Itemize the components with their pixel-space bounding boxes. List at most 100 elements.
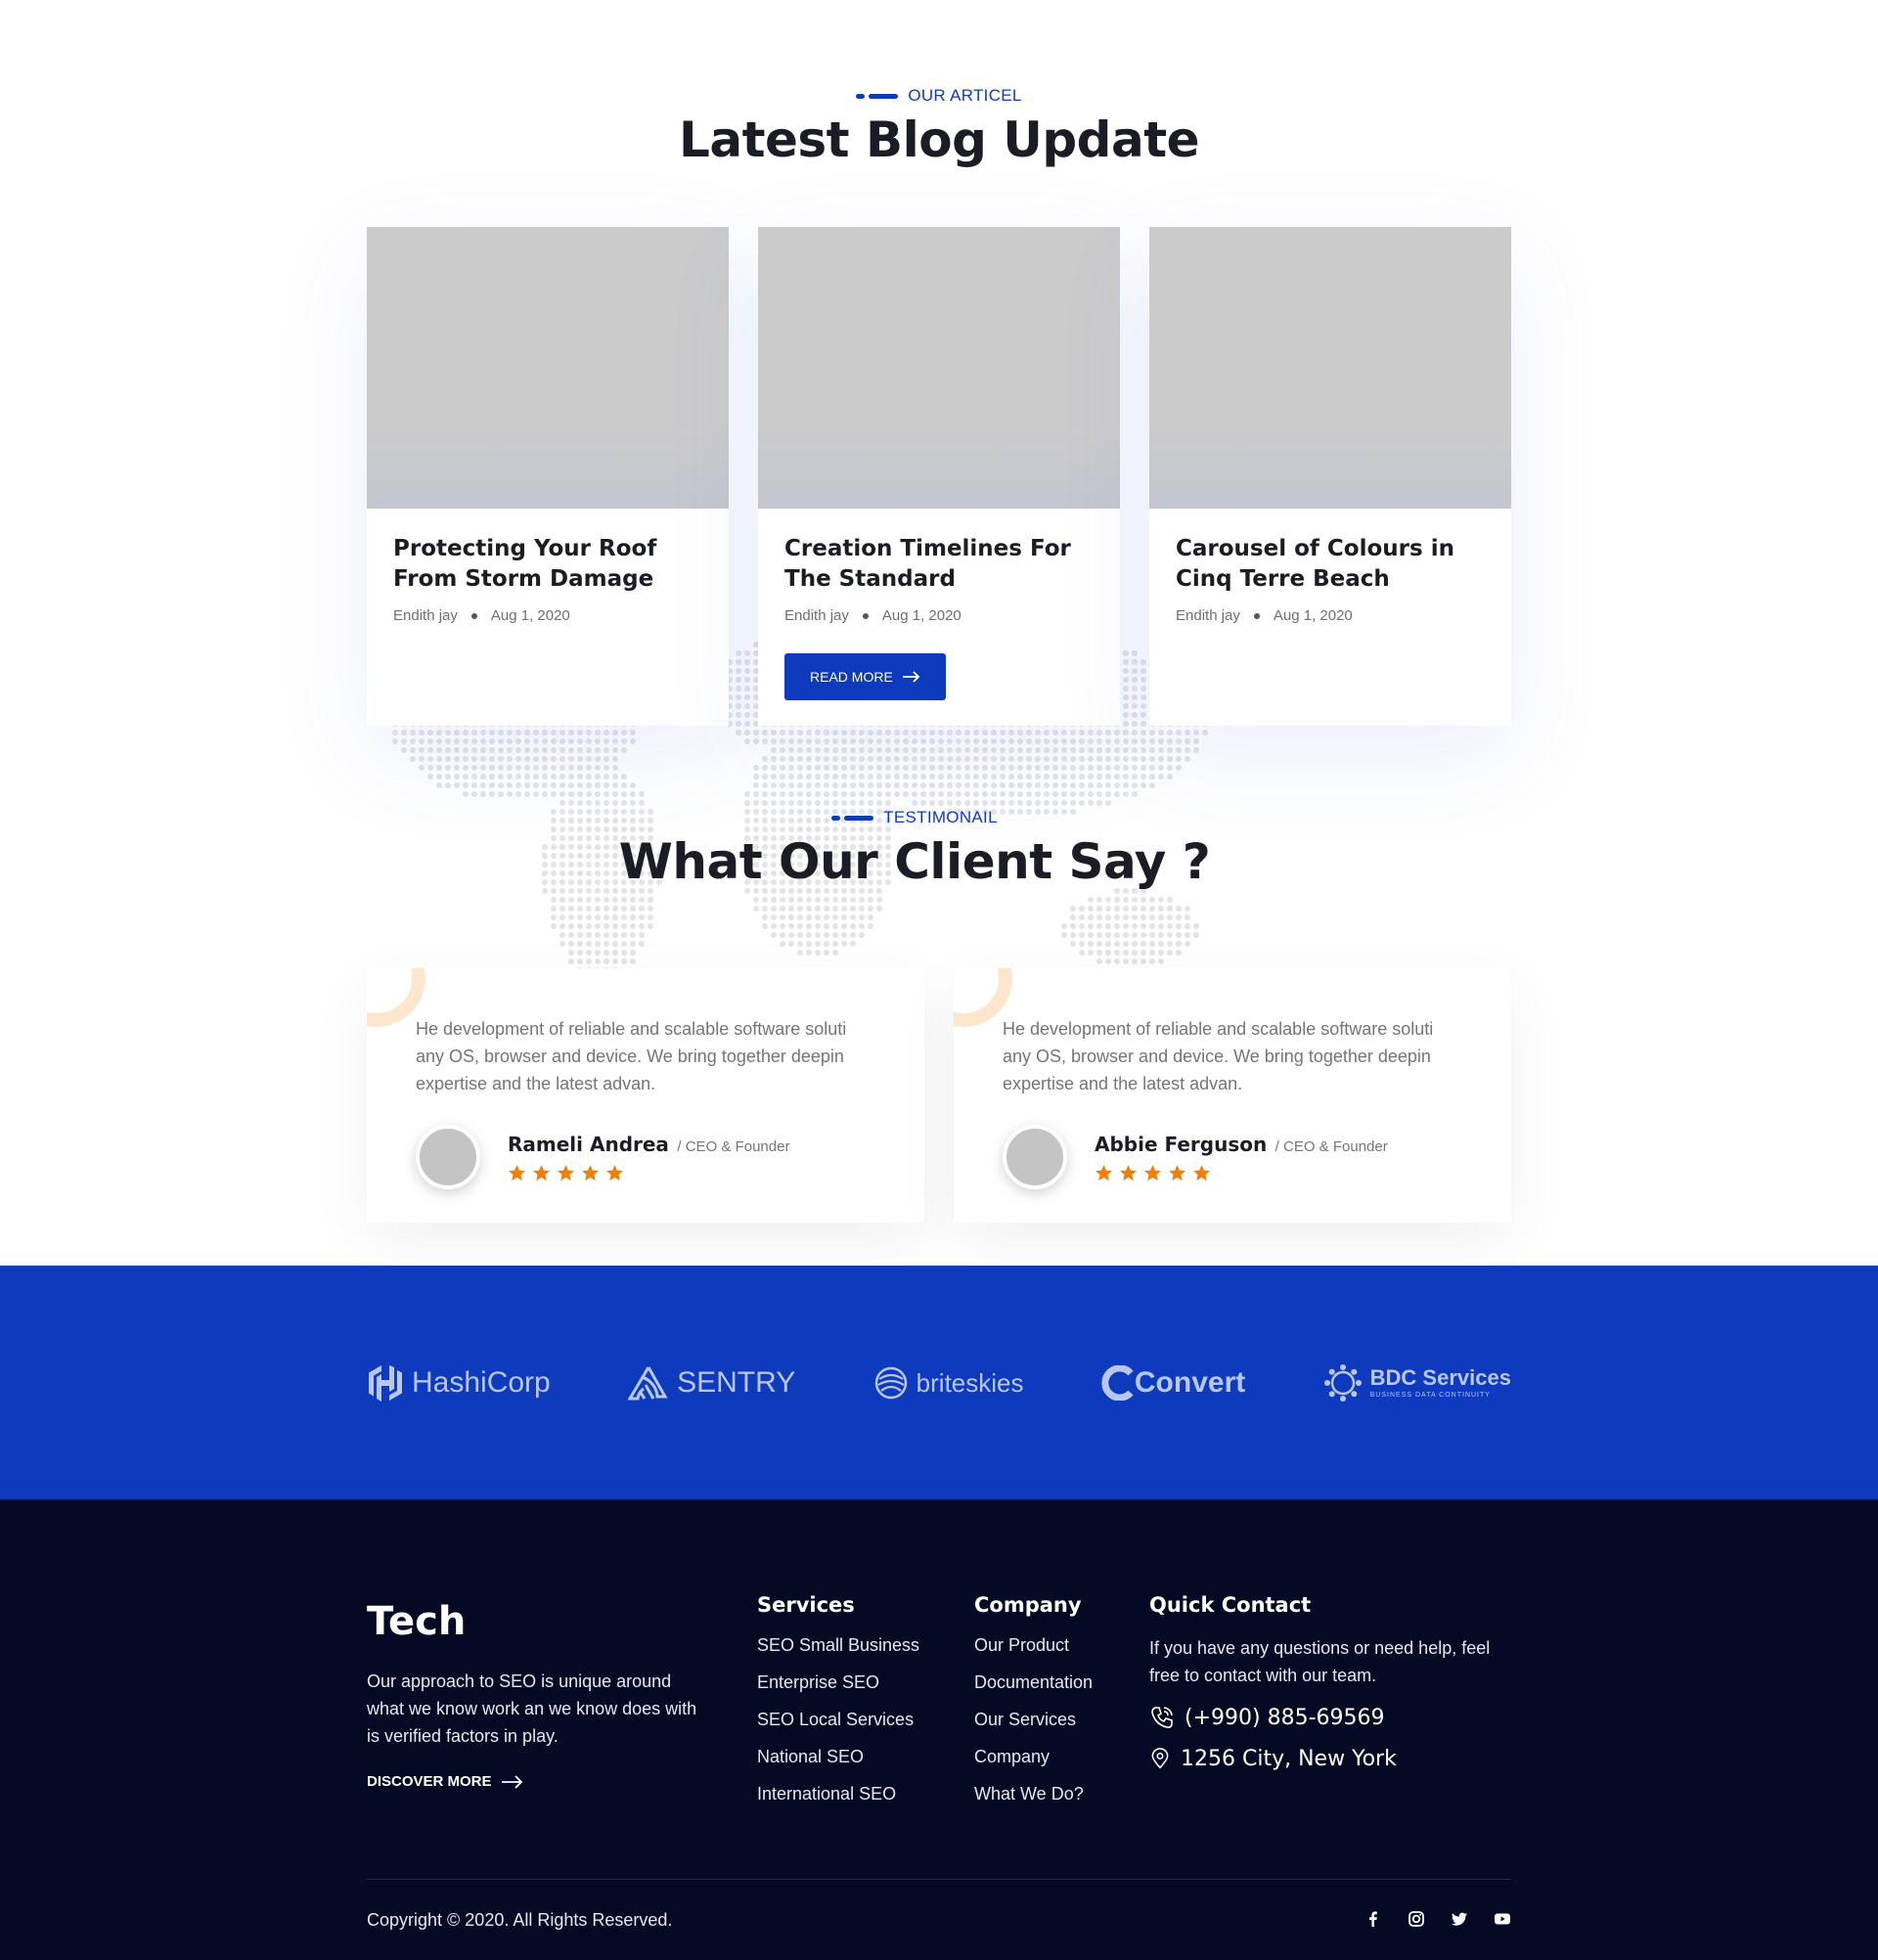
blog-date: Aug 1, 2020 bbox=[881, 607, 961, 624]
star-icon bbox=[1120, 1164, 1137, 1180]
testimonial-title: What Our Client Say ? bbox=[618, 833, 1211, 890]
hashicorp-icon bbox=[369, 1365, 402, 1402]
footer-link[interactable]: Company bbox=[974, 1746, 1093, 1768]
testimonial-eyebrow-label: TESTIMONAIL bbox=[883, 808, 998, 826]
star-icon bbox=[533, 1164, 550, 1180]
meta-dot-icon bbox=[862, 612, 869, 619]
sentry-logo[interactable]: SENTRY bbox=[628, 1365, 795, 1401]
author-role: / CEO & Founder bbox=[1274, 1137, 1388, 1155]
sentry-icon bbox=[628, 1366, 668, 1401]
star-icon bbox=[582, 1164, 599, 1180]
avatar bbox=[416, 1125, 480, 1189]
rating-stars bbox=[508, 1164, 789, 1182]
testimonial-card: He development of reliable and scalable … bbox=[954, 968, 1511, 1223]
briteskies-logo[interactable]: briteskies bbox=[873, 1365, 1024, 1401]
testimonial-eyebrow: TESTIMONAIL bbox=[342, 808, 1487, 827]
footer-link[interactable]: International SEO bbox=[757, 1783, 919, 1805]
hashicorp-label: HashiCorp bbox=[412, 1366, 551, 1399]
blog-image[interactable] bbox=[367, 227, 729, 509]
company-heading: Company bbox=[974, 1593, 1082, 1617]
social-links bbox=[1364, 1910, 1511, 1928]
star-icon bbox=[1144, 1164, 1161, 1180]
footer-link[interactable]: Enterprise SEO bbox=[757, 1671, 919, 1694]
youtube-icon[interactable] bbox=[1494, 1910, 1511, 1928]
footer-link[interactable]: SEO Small Business bbox=[757, 1634, 919, 1657]
rating-stars bbox=[1095, 1164, 1388, 1182]
convert-logo[interactable]: Convert bbox=[1101, 1365, 1245, 1401]
blog-date: Aug 1, 2020 bbox=[1273, 607, 1353, 624]
contact-heading: Quick Contact bbox=[1149, 1593, 1312, 1617]
testimonial-text: He development of reliable and scalable … bbox=[1003, 1019, 1434, 1093]
star-icon bbox=[509, 1164, 525, 1180]
hashicorp-logo[interactable]: HashiCorp bbox=[367, 1363, 551, 1403]
blog-image[interactable] bbox=[1149, 227, 1511, 509]
testimonial-section-header: TESTIMONAIL What Our Client Say ? bbox=[342, 808, 1487, 890]
testimonial-card: He development of reliable and scalable … bbox=[367, 968, 924, 1223]
blog-grid: Protecting Your Roof From Storm Damage E… bbox=[367, 227, 1511, 726]
blog-card[interactable]: Protecting Your Roof From Storm Damage E… bbox=[367, 227, 729, 726]
partner-logos: HashiCorp SENTRY briteskies Convert BDC … bbox=[367, 1363, 1511, 1403]
contact-phone[interactable]: (+990) 885-69569 bbox=[1149, 1705, 1511, 1730]
blog-card[interactable]: Carousel of Colours in Cinq Terre Beach … bbox=[1149, 227, 1511, 726]
phone-icon bbox=[1151, 1707, 1173, 1728]
blog-author: Endith jay bbox=[1176, 607, 1240, 624]
briteskies-icon bbox=[874, 1366, 907, 1400]
blog-meta: Endith jay Aug 1, 2020 bbox=[784, 607, 1094, 624]
contact-text: If you have any questions or need help, … bbox=[1149, 1638, 1491, 1685]
blog-date: Aug 1, 2020 bbox=[490, 607, 570, 624]
blog-post-title[interactable]: Creation Timelines For The Standard bbox=[784, 534, 1094, 595]
eyebrow-dash-icon bbox=[856, 93, 899, 99]
blog-title: Latest Blog Update bbox=[678, 111, 1200, 168]
footer-divider bbox=[367, 1879, 1511, 1880]
avatar bbox=[1003, 1125, 1067, 1189]
blog-eyebrow-label: OUR ARTICEL bbox=[908, 86, 1022, 105]
testimonial-author: Rameli Andrea / CEO & Founder bbox=[416, 1125, 875, 1189]
bdc-logo[interactable]: BDC Services BUSINESS DATA CONTINUITY bbox=[1323, 1363, 1511, 1403]
bdc-icon bbox=[1323, 1364, 1362, 1402]
footer-brand: Tech Our approach to SEO is unique aroun… bbox=[367, 1599, 699, 1790]
read-more-button[interactable]: READ MORE bbox=[784, 653, 946, 700]
partner-logos-band: HashiCorp SENTRY briteskies Convert BDC … bbox=[0, 1266, 1878, 1499]
arrow-right-icon bbox=[501, 1774, 522, 1789]
arrow-right-icon bbox=[902, 671, 920, 683]
star-icon bbox=[606, 1164, 623, 1180]
sentry-label: SENTRY bbox=[677, 1366, 796, 1399]
footer-link[interactable]: Our Services bbox=[974, 1709, 1093, 1731]
footer-link[interactable]: Documentation bbox=[974, 1671, 1093, 1694]
blog-card[interactable]: Creation Timelines For The Standard Endi… bbox=[758, 227, 1120, 726]
services-heading: Services bbox=[757, 1593, 855, 1617]
footer-link[interactable]: Our Product bbox=[974, 1634, 1093, 1657]
blog-meta: Endith jay Aug 1, 2020 bbox=[393, 607, 702, 624]
meta-dot-icon bbox=[470, 612, 477, 619]
footer-logo[interactable]: Tech bbox=[367, 1599, 699, 1644]
blog-author: Endith jay bbox=[784, 607, 849, 624]
footer-link[interactable]: National SEO bbox=[757, 1746, 919, 1768]
meta-dot-icon bbox=[1253, 612, 1260, 619]
eyebrow-dash-icon bbox=[831, 815, 874, 821]
discover-more-link[interactable]: DISCOVER MORE bbox=[367, 1773, 699, 1790]
briteskies-label: briteskies bbox=[916, 1367, 1024, 1398]
contact-address: 1256 City, New York bbox=[1149, 1746, 1511, 1771]
blog-post-title[interactable]: Carousel of Colours in Cinq Terre Beach bbox=[1176, 534, 1485, 595]
footer-link[interactable]: What We Do? bbox=[974, 1783, 1093, 1805]
star-icon bbox=[1193, 1164, 1210, 1180]
star-icon bbox=[1096, 1164, 1112, 1180]
bdc-sub-label: BUSINESS DATA CONTINUITY bbox=[1369, 1392, 1491, 1399]
instagram-icon[interactable] bbox=[1408, 1910, 1425, 1928]
footer-contact: Quick Contact If you have any questions … bbox=[1149, 1593, 1511, 1771]
blog-eyebrow: OUR ARTICEL bbox=[367, 86, 1511, 106]
read-more-label: READ MORE bbox=[810, 669, 893, 685]
footer-link[interactable]: SEO Local Services bbox=[757, 1709, 919, 1731]
blog-meta: Endith jay Aug 1, 2020 bbox=[1176, 607, 1485, 624]
footer-company: Company Our Product Documentation Our Se… bbox=[974, 1593, 1093, 1820]
discover-more-label: DISCOVER MORE bbox=[367, 1773, 492, 1790]
convert-label: Convert bbox=[1134, 1366, 1246, 1399]
twitter-icon[interactable] bbox=[1451, 1910, 1468, 1928]
blog-post-title[interactable]: Protecting Your Roof From Storm Damage bbox=[393, 534, 702, 595]
author-name: Rameli Andrea bbox=[508, 1132, 669, 1156]
facebook-icon[interactable] bbox=[1364, 1910, 1382, 1928]
convert-icon bbox=[1101, 1365, 1134, 1401]
blog-image[interactable] bbox=[758, 227, 1120, 509]
location-pin-icon bbox=[1151, 1748, 1169, 1769]
testimonial-text: He development of reliable and scalable … bbox=[416, 1019, 847, 1093]
